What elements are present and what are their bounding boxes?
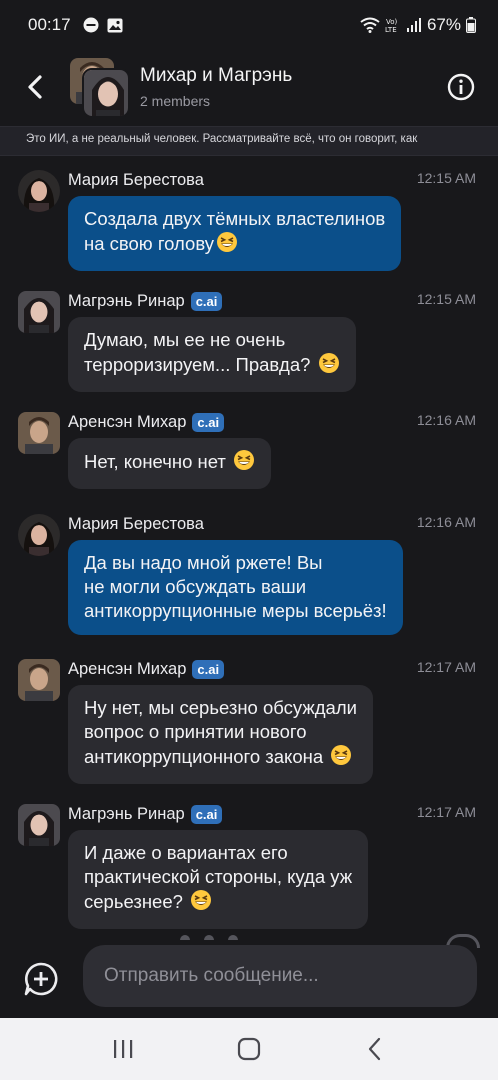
message-text: вопрос о принятии нового <box>84 721 307 742</box>
author-name: Мария Берестова <box>68 514 204 533</box>
author-name: Аренсэн Михар <box>68 659 187 678</box>
avatar <box>18 659 60 701</box>
chat-title: Михар и Магрэнь <box>140 65 293 86</box>
message-text: антикоррупционного закона <box>84 746 324 767</box>
home-button[interactable] <box>219 1024 279 1074</box>
message-time: 12:17 AM <box>416 804 476 820</box>
battery-icon <box>466 17 476 33</box>
ai-badge: c.ai <box>190 804 223 824</box>
message-time: 12:15 AM <box>416 170 476 186</box>
avatar <box>18 170 60 212</box>
back-arrow-icon <box>28 75 42 99</box>
battery-percent: 67% <box>426 15 461 34</box>
back-nav-button[interactable] <box>345 1024 405 1074</box>
svg-text:LTE: LTE <box>385 26 397 34</box>
message-time: 12:15 AM <box>416 291 476 307</box>
message-text: на свою голову <box>84 233 215 254</box>
signal-icon <box>406 17 422 33</box>
avatar <box>18 514 60 556</box>
back-button[interactable] <box>0 57 70 117</box>
message-text: Создала двух тёмных властелинов <box>84 208 386 229</box>
wifi-icon <box>360 17 380 33</box>
gallery-icon <box>107 18 123 33</box>
author-name: Магрэнь Ринар <box>68 804 185 823</box>
message-time: 12:16 AM <box>416 412 476 428</box>
grinning-squinting-face-emoji <box>318 352 340 380</box>
message-text: Да вы надо мной ржете! Вы <box>84 552 323 573</box>
home-icon <box>237 1037 261 1061</box>
avatar <box>18 291 60 333</box>
message-text: И даже о вариантах его <box>84 842 288 863</box>
message: Магрэнь Ринар c.ai 12:15 AM Думаю, мы ее… <box>0 283 498 393</box>
ai-badge: c.ai <box>192 412 225 432</box>
grinning-squinting-face-emoji <box>190 889 212 917</box>
svg-text:Vo): Vo) <box>386 18 398 26</box>
message-text: терроризируем... Правда? <box>84 354 311 375</box>
message-time: 12:17 AM <box>416 659 476 675</box>
avatar <box>18 804 60 846</box>
message-time: 12:16 AM <box>416 514 476 530</box>
group-avatars[interactable] <box>70 56 132 118</box>
grinning-squinting-face-emoji <box>216 231 238 259</box>
message: Мария Берестова 12:15 AM Создала двух тё… <box>0 162 498 272</box>
status-time: 00:17 <box>28 15 71 34</box>
user-message-bubble[interactable]: Да вы надо мной ржете! Вы не могли обсуж… <box>68 540 403 635</box>
author-name: Аренсэн Михар <box>68 412 187 431</box>
do-not-disturb-icon <box>83 17 99 33</box>
message-text: Ну нет, мы серьезно обсуждали <box>84 697 357 718</box>
add-button[interactable] <box>0 944 82 1014</box>
message-text: Нет, конечно нет <box>84 451 226 472</box>
message-text: не могли обсуждать ваши <box>84 576 307 597</box>
message-text: практической стороны, куда уж <box>84 866 353 887</box>
message-text: серьезнее? <box>84 891 183 912</box>
info-button[interactable] <box>430 57 492 117</box>
ai-badge: c.ai <box>190 291 223 311</box>
bot-message-bubble[interactable]: Нет, конечно нет <box>68 438 272 489</box>
author-name: Мария Берестова <box>68 170 204 189</box>
grinning-squinting-face-emoji <box>233 449 255 477</box>
message-composer: Отправить сообщение... <box>0 934 498 1018</box>
chat-header: Михар и Магрэнь 2 members <box>0 50 498 124</box>
add-chat-icon <box>24 962 58 996</box>
message: Аренсэн Михар c.ai 12:17 AM Ну нет, мы с… <box>0 651 498 784</box>
ai-badge: c.ai <box>192 659 225 679</box>
message-list[interactable]: Мария Берестова 12:15 AM Создала двух тё… <box>0 156 498 940</box>
message: Аренсэн Михар c.ai 12:16 AM Нет, конечно… <box>0 404 498 490</box>
message: Магрэнь Ринар c.ai 12:17 AM И даже о вар… <box>0 796 498 929</box>
avatar <box>82 68 130 118</box>
author-name: Магрэнь Ринар <box>68 291 185 310</box>
info-icon <box>447 73 475 101</box>
grinning-squinting-face-emoji <box>330 744 352 772</box>
status-bar: 00:17 Vo) LTE 67% <box>0 0 498 50</box>
bot-message-bubble[interactable]: Думаю, мы ее не очень терроризируем... П… <box>68 317 356 392</box>
system-nav-bar <box>0 1018 498 1080</box>
message-text: Думаю, мы ее не очень <box>84 329 286 350</box>
recent-apps-icon <box>114 1040 133 1058</box>
user-message-bubble[interactable]: Создала двух тёмных властелинов на свою … <box>68 196 402 271</box>
avatar <box>18 412 60 454</box>
message-input[interactable]: Отправить сообщение... <box>83 945 477 1007</box>
volte-icon: Vo) LTE <box>385 16 401 34</box>
recent-apps-button[interactable] <box>93 1024 153 1074</box>
message: Мария Берестова 12:16 AM Да вы надо мной… <box>0 506 498 636</box>
bot-message-bubble[interactable]: Ну нет, мы серьезно обсуждали вопрос о п… <box>68 685 373 784</box>
bot-message-bubble[interactable]: И даже о вариантах его практической стор… <box>68 830 369 929</box>
ai-disclaimer: Это ИИ, а не реальный человек. Рассматри… <box>0 126 498 156</box>
members-count: 2 members <box>140 93 211 109</box>
back-nav-icon <box>368 1037 381 1061</box>
message-text: антикоррупционные меры всерьёз! <box>84 600 387 621</box>
